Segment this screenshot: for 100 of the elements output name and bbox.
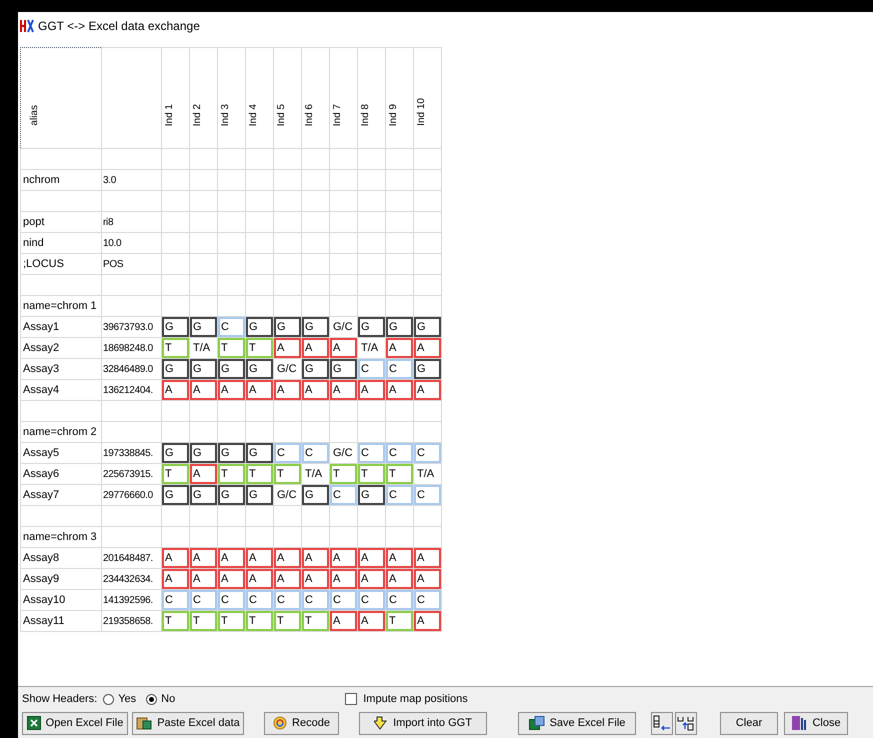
toolbar-button[interactable]: Import into GGT (359, 712, 487, 734)
genotype-cell: C (386, 443, 413, 463)
genotype-cell: T (386, 464, 413, 484)
row-label: Assay1 (23, 320, 60, 333)
genotype-cell: T (246, 338, 273, 358)
genotype-cell: A (386, 548, 413, 568)
genotype-cell: A (358, 380, 385, 400)
column-header[interactable]: Ind 3 (218, 48, 246, 148)
genotype-cell: C (274, 590, 301, 610)
row-label: ;LOCUS (23, 258, 64, 270)
radio-option[interactable]: Yes (103, 690, 136, 708)
genotype-cell: G (190, 485, 217, 505)
genotype-cell: A (218, 380, 245, 400)
genotype-cell: A (330, 380, 357, 400)
genotype-cell: T (218, 611, 245, 631)
genotype-cell: G (358, 485, 385, 505)
row-label: name=chrom 1 (23, 300, 97, 312)
genotype-cell: A (386, 569, 413, 589)
genotype-cell: C (246, 590, 273, 610)
genotype-cell: G (414, 317, 441, 337)
genotype-cell: T (162, 611, 189, 631)
genotype-cell: A (358, 548, 385, 568)
genotype-cell: T (386, 611, 413, 631)
genotype-cell: G (162, 485, 189, 505)
column-header[interactable]: Ind 7 (330, 48, 358, 148)
genotype-cell: T (218, 338, 245, 358)
genotype-cell: A (386, 380, 413, 400)
radio-button[interactable] (146, 694, 158, 704)
genotype-cell: A (414, 380, 441, 400)
column-header[interactable]: Ind 1 (162, 48, 190, 148)
genotype-cell: A (162, 548, 189, 568)
genotype-cell: A (274, 569, 301, 589)
genotype-cell: T (162, 338, 189, 358)
move-left-icon (652, 715, 672, 731)
toolbar-button[interactable]: Save Excel File (518, 712, 636, 734)
save-spreadsheet-icon (528, 716, 545, 730)
genotype-cell: A (274, 338, 301, 358)
genotype-cell: C (414, 485, 441, 505)
icon-button[interactable] (675, 712, 697, 734)
genotype-cell: C (218, 590, 245, 610)
genotype-cell: A (162, 569, 189, 589)
genotype-cell: A (190, 464, 217, 484)
genotype-cell: A (162, 380, 189, 400)
genotype-cell: T (274, 464, 301, 484)
genotype-cell: A (302, 548, 329, 568)
row-label: Assay9 (23, 572, 60, 585)
table-cell: 201648487. (103, 552, 153, 564)
spreadsheet-icon (26, 716, 41, 730)
genotype-cell: A (414, 569, 441, 589)
toolbar-button[interactable]: Close (784, 712, 848, 734)
genotype-cell: C (302, 590, 329, 610)
genotype-cell: A (330, 611, 357, 631)
table-cell: 136212404. (103, 384, 153, 396)
genotype-cell: G (302, 317, 329, 337)
genotype-cell: C (358, 443, 385, 463)
genotype-cell: G (302, 359, 329, 379)
column-header[interactable]: Ind 6 (302, 48, 330, 148)
genotype-cell: C (386, 485, 413, 505)
icon-button[interactable] (651, 712, 673, 734)
column-header[interactable]: Ind 5 (274, 48, 302, 148)
column-header[interactable]: Ind 2 (190, 48, 218, 148)
genotype-cell: T (274, 611, 301, 631)
column-header[interactable]: Ind 10 (414, 48, 442, 148)
toolbar-button[interactable]: Paste Excel data (132, 712, 244, 734)
genotype-cell: C (302, 443, 329, 463)
toolbar-button[interactable]: Recode (264, 712, 339, 734)
column-header[interactable]: Ind 4 (246, 48, 274, 148)
genotype-cell: A (190, 548, 217, 568)
column-header[interactable]: Ind 9 (386, 48, 414, 148)
table-cell: ri8 (103, 216, 114, 228)
genotype-cell: A (190, 380, 217, 400)
column-header[interactable]: alias (20, 48, 102, 148)
row-label: Assay6 (23, 468, 60, 480)
genotype-cell-text: G/C (276, 362, 298, 377)
column-header[interactable]: Ind 8 (358, 48, 386, 148)
genotype-cell: A (330, 569, 357, 589)
checkbox[interactable] (345, 693, 358, 705)
genotype-cell: T (302, 611, 329, 631)
toolbar-button[interactable]: Clear (720, 712, 778, 734)
genotype-cell: A (414, 611, 441, 631)
radio-button[interactable] (103, 694, 114, 704)
genotype-cell: C (386, 359, 413, 379)
impute-checkbox-option[interactable]: Impute map positions (345, 690, 468, 708)
table-cell: 29776660.0 (103, 490, 153, 500)
row-label: Assay3 (23, 362, 60, 375)
row-label: Assay5 (23, 446, 60, 459)
genotype-cell: A (414, 548, 441, 568)
radio-option[interactable]: No (146, 690, 176, 708)
toolbar-button[interactable]: Open Excel File (22, 712, 128, 734)
genotype-cell: A (246, 380, 273, 400)
table-cell: 141392596. (103, 594, 153, 606)
table-cell: 219358658. (103, 616, 153, 626)
table-cell: 3.0 (103, 174, 116, 186)
row-label: Assay2 (23, 342, 60, 354)
table-cell: POS (103, 258, 124, 270)
genotype-cell: G (358, 317, 385, 337)
genotype-cell: T (246, 611, 273, 631)
genotype-cell: A (414, 338, 441, 358)
genotype-cell: G (414, 359, 441, 379)
genotype-cell: G (162, 359, 189, 379)
